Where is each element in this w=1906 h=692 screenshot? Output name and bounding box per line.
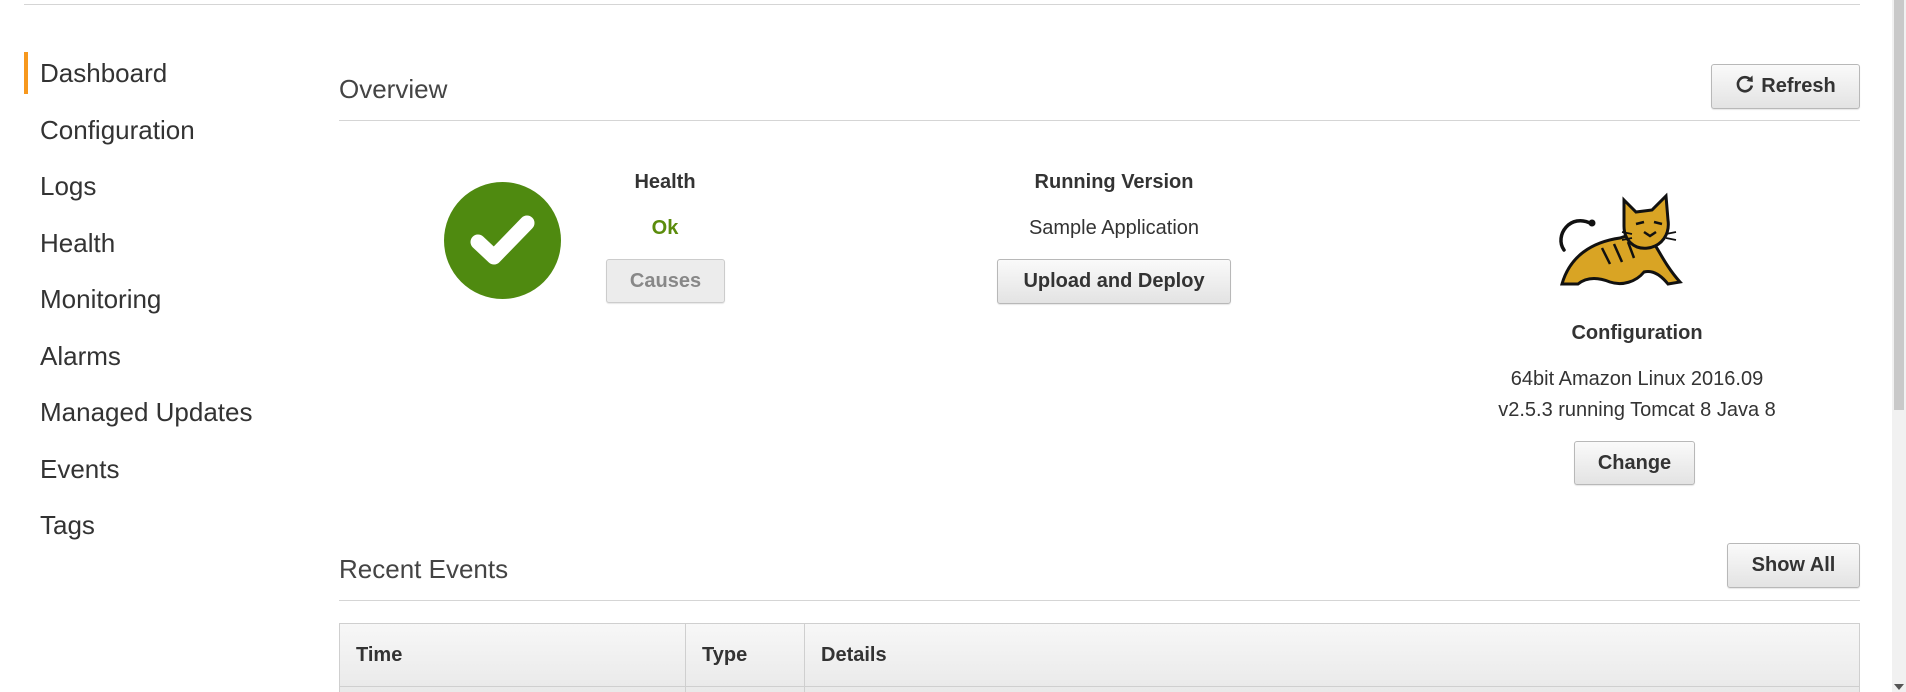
refresh-icon [1735, 74, 1755, 100]
health-status: Ok [651, 217, 679, 239]
table-header-divider [340, 686, 1859, 687]
sidebar-item-label: Dashboard [40, 58, 168, 88]
sidebar-item-managed-updates[interactable]: Managed Updates [24, 389, 284, 446]
sidebar-item-label: Tags [40, 510, 95, 540]
upload-and-deploy-label: Upload and Deploy [1023, 270, 1205, 292]
scrollbar-thumb[interactable] [1894, 0, 1904, 410]
recent-events-divider [339, 600, 1860, 601]
running-version-value: Sample Application [1028, 217, 1200, 239]
sidebar-item-label: Health [40, 227, 116, 258]
show-all-button[interactable]: Show All [1727, 543, 1860, 588]
column-header-details[interactable]: Details [805, 624, 1705, 686]
sidebar-item-tags[interactable]: Tags [24, 502, 284, 559]
sidebar-item-label: Configuration [40, 114, 195, 145]
sidebar-item-monitoring[interactable]: Monitoring [24, 276, 284, 333]
sidebar-item-alarms[interactable]: Alarms [24, 333, 284, 390]
show-all-label: Show All [1751, 554, 1836, 576]
causes-button[interactable]: Causes [606, 259, 725, 303]
column-header-type[interactable]: Type [686, 624, 805, 686]
configuration-label: Configuration [1571, 322, 1703, 344]
refresh-label: Refresh [1761, 75, 1836, 97]
overview-divider [339, 120, 1860, 121]
sidebar-item-configuration[interactable]: Configuration [24, 107, 284, 164]
sidebar-item-label: Events [40, 453, 120, 484]
sidebar-item-label: Managed Updates [40, 397, 253, 427]
top-divider [24, 4, 1860, 5]
vertical-scrollbar[interactable] [1892, 0, 1906, 692]
configuration-platform-line1: 64bit Amazon Linux 2016.09 [1510, 368, 1764, 390]
sidebar-item-events[interactable]: Events [24, 446, 284, 503]
sidebar-item-logs[interactable]: Logs [24, 163, 284, 220]
sidebar: Dashboard Configuration Logs Health Moni… [24, 50, 284, 559]
checkmark-circle-icon [444, 182, 561, 299]
running-version-label: Running Version [1034, 171, 1194, 193]
scroll-down-arrow-icon[interactable] [1894, 684, 1904, 690]
causes-label: Causes [629, 269, 702, 292]
overview-title: Overview [339, 74, 448, 104]
change-label: Change [1597, 451, 1672, 474]
sidebar-item-dashboard[interactable]: Dashboard [24, 50, 284, 107]
sidebar-item-label: Alarms [40, 340, 121, 371]
tomcat-logo-icon [1540, 186, 1690, 296]
configuration-platform-line2: v2.5.3 running Tomcat 8 Java 8 [1498, 399, 1776, 421]
dashboard-page: Dashboard Configuration Logs Health Moni… [0, 0, 1906, 692]
recent-events-table: Time Type Details [339, 623, 1860, 692]
change-button[interactable]: Change [1574, 441, 1695, 485]
sidebar-item-health[interactable]: Health [24, 220, 284, 277]
sidebar-item-label: Monitoring [40, 284, 162, 314]
refresh-button[interactable]: Refresh [1711, 64, 1860, 109]
upload-and-deploy-button[interactable]: Upload and Deploy [997, 259, 1231, 304]
column-header-time[interactable]: Time [340, 624, 685, 686]
recent-events-title: Recent Events [339, 554, 509, 584]
sidebar-item-label: Logs [40, 171, 97, 201]
health-label: Health [634, 171, 696, 193]
